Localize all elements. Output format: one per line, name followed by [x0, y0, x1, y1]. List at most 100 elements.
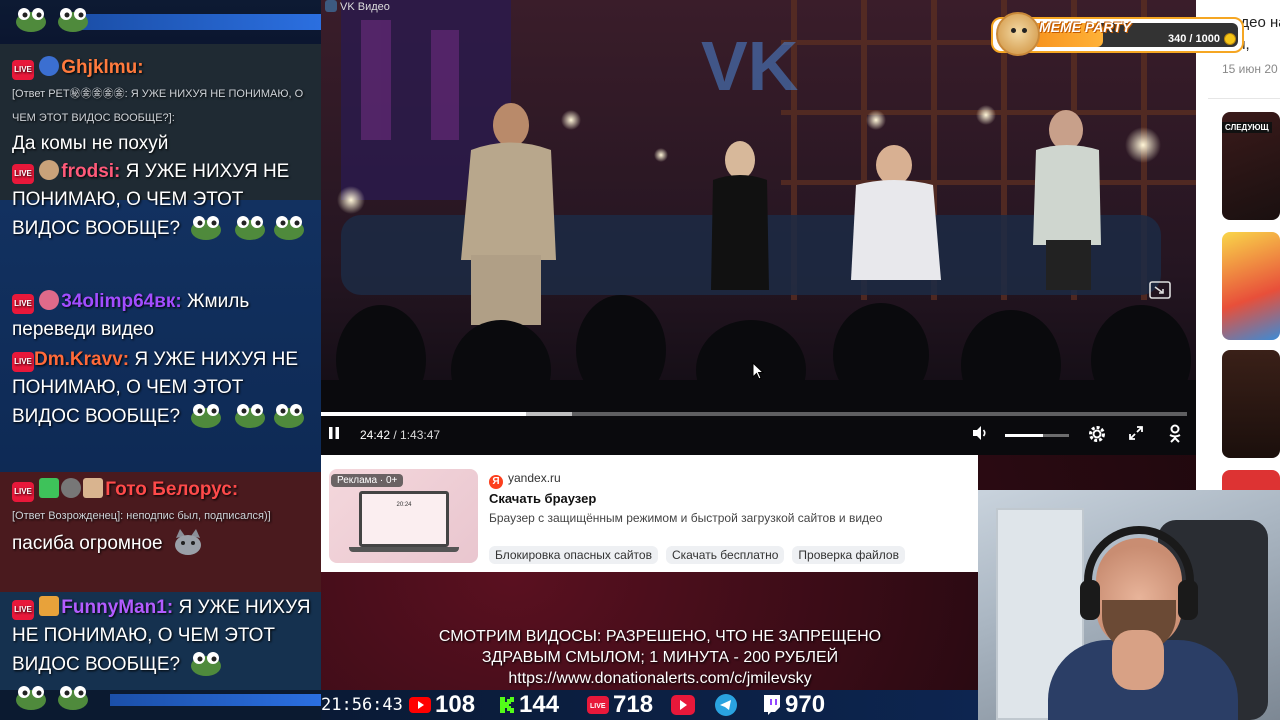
ad-thumb-time: 20:24 — [396, 502, 412, 508]
avatar-badge-icon — [39, 160, 60, 180]
play-pause-button[interactable] — [327, 426, 341, 445]
cat-emote-icon — [172, 528, 204, 556]
frog-emote-row — [10, 6, 90, 32]
related-video-thumbnail[interactable] — [1222, 350, 1280, 458]
pepe-emote-icon — [189, 402, 223, 428]
youtube-icon — [409, 697, 431, 713]
vklive-viewers: LIVE 718 — [587, 690, 653, 720]
volume-icon — [973, 426, 986, 440]
telegram-icon — [715, 694, 737, 716]
pepe-emote-icon — [233, 214, 267, 240]
stream-clock: 21:56:43 — [321, 695, 403, 715]
vklive-count: 718 — [613, 691, 654, 718]
twitch-count: 970 — [785, 691, 826, 718]
settings-button[interactable] — [1087, 424, 1107, 449]
live-badge-icon: LIVE — [12, 164, 34, 184]
chat-nick[interactable]: Гото Белорус: — [105, 479, 238, 500]
chat-text: Да комы не похуй — [12, 133, 169, 154]
ad-domain[interactable]: Яyandex.ru — [489, 471, 561, 489]
pepe-emote-icon — [189, 214, 223, 240]
ad-domain-text: yandex.ru — [508, 471, 561, 485]
volume-level — [1005, 434, 1043, 437]
pencil-badge-icon — [39, 478, 60, 498]
globe-badge-icon — [39, 56, 60, 76]
coin-icon — [1224, 33, 1236, 45]
vk-video-icon — [325, 0, 337, 12]
video-player[interactable]: VK VK Видео 24:42 / 1:43:47 — [321, 0, 1196, 455]
live-badge-icon: LIVE — [12, 60, 34, 80]
verified-badge-icon — [61, 478, 82, 498]
doge-icon — [996, 12, 1040, 56]
svg-text:VK: VK — [701, 27, 798, 105]
chat-nick[interactable]: FunnyMan1: — [61, 597, 173, 618]
pepe-emote-icon — [56, 684, 90, 710]
ad-chip[interactable]: Проверка файлов — [792, 546, 905, 564]
video-watermark: VK Видео — [325, 0, 390, 13]
laptop-illustration: 20:24 — [359, 491, 449, 547]
pepe-emote-icon — [56, 6, 90, 32]
ad-banner[interactable]: 20:24 Реклама · 0+ Яyandex.ru Скачать бр… — [321, 455, 978, 572]
sidebar-divider — [1208, 98, 1280, 99]
live-badge-icon: LIVE — [12, 294, 34, 314]
next-up-tag: СЛЕДУЮЩ — [1222, 122, 1272, 133]
headset-earcup — [1080, 580, 1100, 620]
rutube-viewers — [671, 690, 699, 720]
pepe-emote-icon — [272, 402, 306, 428]
volume-slider[interactable] — [1005, 434, 1069, 437]
time-display: 24:42 / 1:43:47 — [360, 428, 440, 442]
notice-line: ЗДРАВЫМ СМЫЛОМ; 1 МИНУТА - 200 РУБЛЕЙ — [481, 649, 839, 666]
vk-live-icon: LIVE — [587, 696, 609, 714]
pepe-emote-icon — [189, 650, 223, 676]
watermark-text: VK Видео — [340, 1, 390, 13]
notice-line: СМОТРИМ ВИДОСЫ: РАЗРЕШЕНО, ЧТО НЕ ЗАПРЕЩ… — [438, 628, 882, 645]
youtube-count: 108 — [435, 691, 476, 718]
related-video-thumbnail[interactable]: СЛЕДУЮЩ — [1222, 112, 1280, 220]
related-video-thumbnail[interactable] — [1222, 232, 1280, 340]
pip-icon — [1149, 281, 1171, 299]
video-frame: VK — [321, 0, 1196, 455]
kick-count: 144 — [519, 691, 560, 718]
rutube-icon — [671, 695, 695, 715]
live-badge-icon: LIVE — [12, 482, 34, 502]
yandex-logo-icon: Я — [489, 475, 503, 489]
fullscreen-icon — [1129, 426, 1143, 440]
chat-nick[interactable]: 34olimp64вк: — [61, 291, 181, 312]
ad-title[interactable]: Скачать браузер — [489, 491, 596, 506]
mouse-cursor-icon — [752, 362, 764, 380]
share-ok-button[interactable] — [1167, 424, 1183, 449]
mute-button[interactable] — [971, 424, 989, 447]
headset-earcup — [1178, 580, 1198, 620]
chat-nick[interactable]: Ghjklmu: — [61, 57, 143, 78]
meme-party-title: MEME PARTY — [1039, 19, 1132, 35]
pepe-emote-icon — [14, 6, 48, 32]
live-badge-icon: LIVE — [12, 352, 34, 372]
fullscreen-button[interactable] — [1127, 424, 1145, 447]
chat-message: LIVE 34olimp64вк: Жмиль переведи видео — [12, 288, 312, 344]
chat-nick[interactable]: Dm.Kravv: — [34, 349, 129, 370]
ad-chip[interactable]: Блокировка опасных сайтов — [489, 546, 658, 564]
time-separator: / — [390, 428, 401, 442]
player-controls: 24:42 / 1:43:47 — [321, 416, 1196, 455]
twitch-viewers: 970 — [761, 690, 825, 720]
pip-button[interactable] — [1148, 280, 1172, 300]
sidebar-video-date: 15 июн 20 — [1222, 62, 1278, 76]
live-badge-icon: LIVE — [12, 600, 34, 620]
ad-chip[interactable]: Скачать бесплатно — [665, 546, 785, 564]
chat-text: пасиба огромное — [12, 533, 163, 554]
ad-description: Браузер с защищённым режимом и быстрой з… — [489, 511, 883, 525]
donation-notice: СМОТРИМ ВИДОСЫ: РАЗРЕШЕНО, ЧТО НЕ ЗАПРЕЩ… — [340, 626, 980, 689]
frog-emote-row — [10, 684, 90, 710]
twitch-icon — [764, 695, 780, 715]
streamer-hand — [1112, 630, 1164, 690]
chat-reply-quote: [Ответ ΡΕΤ㊙㊎㊎㊎㊎: Я УЖЕ НИХУЯ НЕ ПОНИМАЮ,… — [12, 88, 304, 124]
chat-nick[interactable]: frodsi: — [61, 161, 120, 182]
ad-chips: Блокировка опасных сайтов Скачать беспла… — [489, 546, 905, 564]
ad-label: Реклама · 0+ — [331, 474, 404, 487]
telegram-viewers — [715, 690, 741, 720]
current-time: 24:42 — [360, 428, 391, 442]
pepe-emote-icon — [233, 402, 267, 428]
webcam-feed — [978, 490, 1280, 720]
pepe-emote-icon — [14, 684, 48, 710]
chat-message: LIVE Гото Белорус: [Ответ Возрожденец]: … — [12, 476, 312, 558]
meme-party-count: 340 / 1000 — [1168, 33, 1220, 45]
